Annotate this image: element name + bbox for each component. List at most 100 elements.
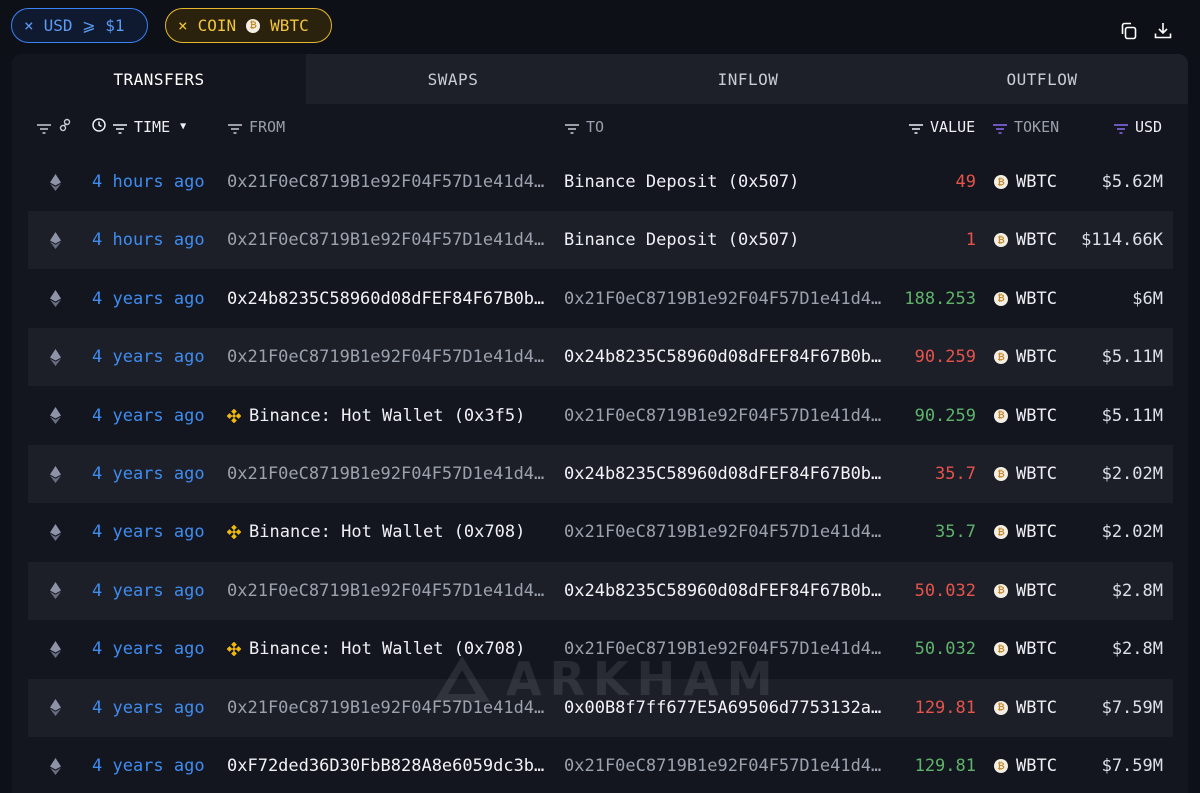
usd-cell: $5.62M (1101, 172, 1163, 192)
to-address[interactable]: 0x21F0eC8719B1e92F04F57D1e41d4e1a29… (564, 387, 888, 445)
from-address[interactable]: 0xF72ded36D30FbB828A8e6059dc3b4c… (227, 737, 551, 793)
time-link[interactable]: 4 years ago (92, 562, 217, 620)
to-address[interactable]: 0x24b8235C58960d08dFEF84F67B0b2f1… (564, 328, 888, 386)
value-cell: 129.81 (914, 697, 976, 718)
to-address[interactable]: 0x24b8235C58960d08dFEF84F67B0b2f1… (564, 562, 888, 620)
filter-icon[interactable] (564, 121, 580, 134)
filter-active-icon[interactable] (1113, 121, 1129, 134)
to-address[interactable]: 0x21F0eC8719B1e92F04F57D1e41d4e1a29… (564, 737, 888, 793)
from-address[interactable]: 0x21F0eC8719B1e92F04F57D1e41d4e1a29… (227, 445, 551, 503)
copy-icon[interactable] (1119, 21, 1139, 41)
table-row[interactable]: 4 years ago Binance: Hot Wallet (0x708) 0x… (28, 503, 1173, 561)
coin-filter-chip[interactable]: × COIN ₿ WBTC (165, 8, 332, 43)
wbtc-token-icon: ₿ (994, 408, 1008, 423)
time-link[interactable]: 4 hours ago (92, 153, 217, 211)
remove-filter-icon[interactable]: × (24, 17, 34, 34)
tab-swaps[interactable]: SWAPS (306, 54, 600, 104)
token-cell[interactable]: ₿ WBTC (994, 328, 1074, 386)
to-address[interactable]: Binance Deposit (0x507) (564, 153, 888, 211)
filter-active-icon[interactable] (992, 121, 1008, 134)
link-icon[interactable] (58, 118, 72, 136)
usd-filter-chip[interactable]: × USD ⩾ $1 (11, 8, 148, 43)
table-row[interactable]: 4 years ago 0x24b8235C58960d08dFEF84F67B0… (28, 270, 1173, 328)
wbtc-token-icon: ₿ (994, 350, 1008, 365)
time-link[interactable]: 4 years ago (92, 737, 217, 793)
table-row[interactable]: 4 years ago 0x21F0eC8719B1e92F04F57D1e41d… (28, 445, 1173, 503)
value-cell: 50.032 (914, 639, 976, 660)
from-address[interactable]: 0x21F0eC8719B1e92F04F57D1e41d4e1a29… (227, 328, 551, 386)
tab-inflow[interactable]: INFLOW (600, 54, 896, 104)
time-link[interactable]: 4 years ago (92, 679, 217, 737)
from-column-header[interactable]: FROM (227, 104, 285, 149)
from-address[interactable]: 0x21F0eC8719B1e92F04F57D1e41d4e1a29… (227, 211, 551, 269)
ethereum-icon (50, 640, 61, 658)
to-address[interactable]: Binance Deposit (0x507) (564, 211, 888, 269)
token-column-header[interactable]: TOKEN (992, 104, 1059, 149)
wbtc-token-icon: ₿ (994, 291, 1008, 306)
tab-transfers[interactable]: TRANSFERS (12, 54, 306, 104)
table-row[interactable]: 4 years ago 0xF72ded36D30FbB828A8e6059dc3… (28, 737, 1173, 793)
table-row[interactable]: 4 hours ago 0x21F0eC8719B1e92F04F57D1e41d… (28, 153, 1173, 211)
from-address[interactable]: Binance: Hot Wallet (0x3f5) (227, 387, 551, 445)
time-link[interactable]: 4 years ago (92, 328, 217, 386)
filter-icon[interactable] (908, 121, 924, 134)
usd-column-header[interactable]: USD (1113, 104, 1162, 149)
table-row[interactable]: 4 years ago 0x21F0eC8719B1e92F04F57D1e41d… (28, 678, 1173, 737)
to-address[interactable]: 0x21F0eC8719B1e92F04F57D1e41d4e1a29… (564, 270, 888, 328)
usd-header-label: USD (1135, 117, 1163, 136)
time-link[interactable]: 4 years ago (92, 387, 217, 445)
from-header-label: FROM (249, 117, 286, 136)
table-row[interactable]: 4 hours ago 0x21F0eC8719B1e92F04F57D1e41d… (28, 211, 1173, 270)
wbtc-token-icon: ₿ (994, 233, 1008, 248)
from-address[interactable]: 0x21F0eC8719B1e92F04F57D1e41d4e1a29… (227, 153, 551, 211)
wbtc-token-icon: ₿ (994, 642, 1008, 657)
filter-icon[interactable] (112, 121, 128, 134)
binance-icon (227, 642, 241, 657)
time-link[interactable]: 4 years ago (92, 270, 217, 328)
time-link[interactable]: 4 years ago (92, 503, 217, 561)
from-address[interactable]: 0x21F0eC8719B1e92F04F57D1e41d4e1a29… (227, 679, 551, 737)
from-address[interactable]: 0x21F0eC8719B1e92F04F57D1e41d4e1a29… (227, 562, 551, 620)
tab-outflow[interactable]: OUTFLOW (896, 54, 1188, 104)
to-address[interactable]: 0x00B8f7ff677E5A69506d7753132a8c… (564, 679, 888, 737)
from-address[interactable]: Binance: Hot Wallet (0x708) (227, 503, 551, 561)
usd-cell: $7.59M (1101, 697, 1163, 718)
table-row[interactable]: 4 years ago 0x21F0eC8719B1e92F04F57D1e41d… (28, 328, 1173, 387)
token-cell[interactable]: ₿ WBTC (994, 445, 1074, 503)
to-address[interactable]: 0x21F0eC8719B1e92F04F57D1e41d4e1a29… (564, 503, 888, 561)
download-icon[interactable] (1153, 21, 1173, 41)
value-column-header[interactable]: VALUE (908, 104, 975, 149)
token-cell[interactable]: ₿ WBTC (994, 679, 1074, 737)
token-cell[interactable]: ₿ WBTC (994, 503, 1074, 561)
table-row[interactable]: 4 years ago Binance: Hot Wallet (0x3f5) 0x… (28, 387, 1173, 445)
remove-filter-icon[interactable]: × (178, 17, 188, 34)
usd-cell: $7.59M (1101, 756, 1163, 776)
usd-cell: $6M (1132, 288, 1163, 309)
token-cell[interactable]: ₿ WBTC (994, 562, 1074, 620)
coin-filter-label: COIN (197, 16, 237, 35)
filter-icon[interactable] (36, 121, 52, 134)
to-column-header[interactable]: TO (564, 104, 604, 149)
token-cell[interactable]: ₿ WBTC (994, 153, 1074, 211)
clock-icon (92, 117, 106, 136)
table-row[interactable]: 4 years ago 0x21F0eC8719B1e92F04F57D1e41d… (28, 561, 1173, 620)
wbtc-token-icon: ₿ (994, 467, 1008, 481)
filter-icon[interactable] (227, 121, 243, 134)
from-address[interactable]: 0x24b8235C58960d08dFEF84F67B0b2f1… (227, 270, 551, 328)
value-cell: 35.7 (935, 522, 976, 543)
token-cell[interactable]: ₿ WBTC (994, 737, 1074, 793)
ethereum-icon (50, 348, 61, 366)
time-link[interactable]: 4 years ago (92, 620, 217, 678)
to-address[interactable]: 0x21F0eC8719B1e92F04F57D1e41d4e1a29… (564, 620, 888, 678)
token-cell[interactable]: ₿ WBTC (994, 387, 1074, 445)
token-cell[interactable]: ₿ WBTC (994, 211, 1074, 269)
sort-desc-icon[interactable]: ▼ (180, 121, 186, 132)
time-link[interactable]: 4 years ago (92, 445, 217, 503)
to-address[interactable]: 0x24b8235C58960d08dFEF84F67B0b2f1… (564, 445, 888, 503)
from-address[interactable]: Binance: Hot Wallet (0x708) (227, 620, 551, 678)
time-column-header[interactable]: TIME ▼ (92, 104, 186, 149)
token-cell[interactable]: ₿ WBTC (994, 620, 1074, 678)
time-link[interactable]: 4 hours ago (92, 211, 217, 269)
table-row[interactable]: 4 years ago Binance: Hot Wallet (0x708) 0x… (28, 620, 1173, 678)
token-cell[interactable]: ₿ WBTC (994, 270, 1074, 328)
